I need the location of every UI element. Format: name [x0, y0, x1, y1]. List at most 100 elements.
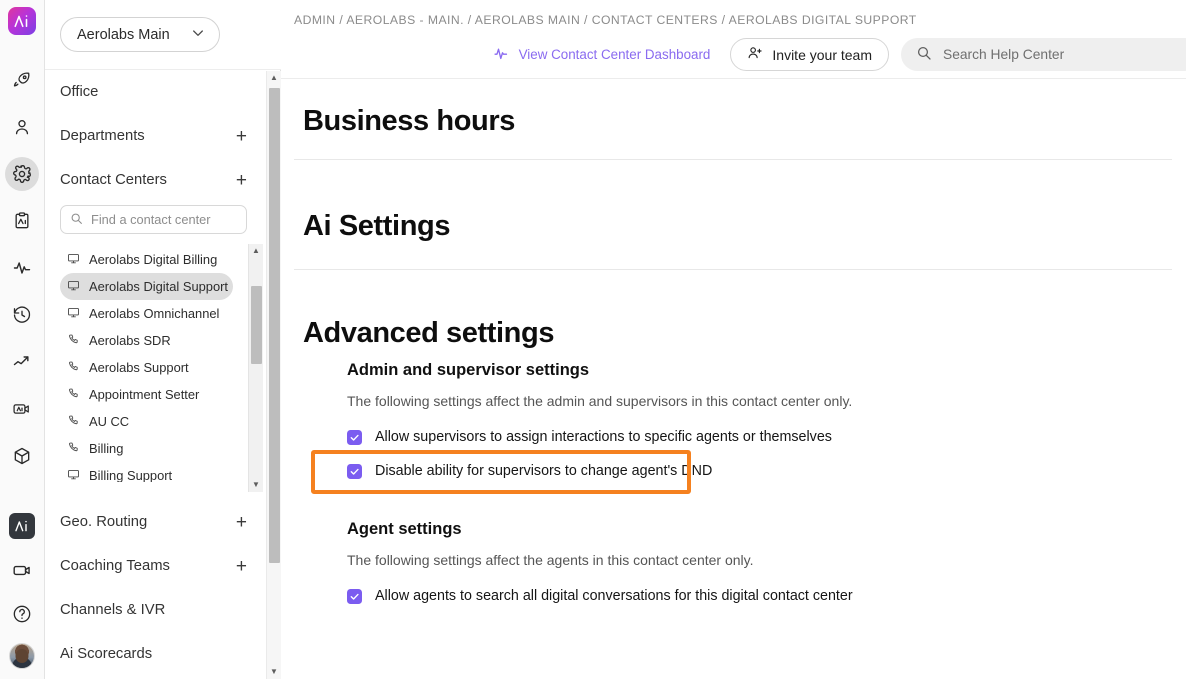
checkbox-row-assign-interactions[interactable]: Allow supervisors to assign interactions…: [347, 429, 852, 445]
sidebar-item-label: Channels & IVR: [60, 602, 166, 618]
view-contact-center-dashboard-link[interactable]: View Contact Center Dashboard: [485, 39, 719, 71]
list-item[interactable]: Aerolabs Support: [60, 354, 233, 381]
avatar[interactable]: [9, 643, 35, 669]
ai-app-icon[interactable]: [5, 509, 39, 543]
sidebar-item-label: Office: [60, 84, 99, 100]
sidebar-item-coaching-teams[interactable]: Coaching Teams +: [60, 544, 267, 588]
list-item-label: Aerolabs Omnichannel: [89, 306, 220, 321]
search-icon: [70, 212, 83, 228]
rocket-icon[interactable]: [5, 63, 39, 97]
monitor-icon: [67, 306, 80, 322]
checkbox-checked-icon[interactable]: [347, 463, 362, 479]
sidebar-item-office[interactable]: Office: [60, 70, 267, 114]
contact-center-list-scrollbar[interactable]: ▲ ▼: [248, 244, 263, 492]
checkbox-label: Disable ability for supervisors to chang…: [375, 463, 713, 479]
monitor-icon: [67, 252, 80, 268]
trend-arrow-icon[interactable]: [5, 345, 39, 379]
sidebar-item-channels-ivr[interactable]: Channels & IVR: [60, 588, 267, 632]
checkbox-row-search-digital-conversations[interactable]: Allow agents to search all digital conve…: [347, 588, 853, 604]
ai-camera-icon[interactable]: [5, 392, 39, 426]
clipboard-ai-icon[interactable]: [5, 204, 39, 238]
settings-sidebar: Aerolabs Main Office Departments + Conta…: [45, 0, 281, 679]
list-item[interactable]: Billing: [60, 435, 233, 462]
sidebar-item-geo-routing[interactable]: Geo. Routing +: [60, 500, 267, 544]
rail-bottom-group: [0, 499, 44, 671]
help-circle-icon[interactable]: [5, 597, 39, 631]
list-item[interactable]: Appointment Setter: [60, 381, 233, 408]
top-bar: ADMIN / AEROLABS - MAIN. / AEROLABS MAIN…: [281, 0, 1186, 79]
add-department-button[interactable]: +: [236, 127, 247, 146]
monitor-icon: [67, 279, 80, 295]
invite-button-label: Invite your team: [772, 46, 872, 63]
add-coaching-team-button[interactable]: +: [236, 557, 247, 576]
cube-icon[interactable]: [5, 439, 39, 473]
phone-icon: [67, 387, 80, 403]
sidebar-scrollbar[interactable]: ▲ ▼: [266, 71, 281, 679]
agent-settings-block: Agent settings The following settings af…: [347, 520, 853, 604]
monitor-icon: [67, 468, 80, 483]
contact-center-search[interactable]: Find a contact center: [60, 205, 247, 234]
contact-center-list: Aerolabs Digital Billing Aerolabs Digita…: [60, 240, 267, 482]
sidebar-scroll-area: Office Departments + Contact Centers + F…: [45, 70, 267, 679]
divider: [294, 269, 1172, 270]
admin-settings-description: The following settings affect the admin …: [347, 393, 853, 409]
checkbox-checked-icon[interactable]: [347, 429, 362, 445]
scrollbar-thumb[interactable]: [269, 88, 280, 563]
list-item[interactable]: Aerolabs Omnichannel: [60, 300, 233, 327]
scroll-down-arrow-icon[interactable]: ▼: [252, 478, 260, 492]
sidebar-item-departments[interactable]: Departments +: [60, 114, 267, 158]
section-heading-business-hours[interactable]: Business hours: [303, 105, 515, 138]
sidebar-item-contact-centers[interactable]: Contact Centers +: [60, 158, 267, 202]
list-item[interactable]: Aerolabs Digital Billing: [60, 246, 233, 273]
list-item-selected[interactable]: Aerolabs Digital Support: [60, 273, 233, 300]
list-item-label: Billing Support: [89, 468, 173, 482]
scroll-down-arrow-icon[interactable]: ▼: [270, 665, 278, 679]
gear-icon[interactable]: [5, 157, 39, 191]
sidebar-item-ai-scorecards[interactable]: Ai Scorecards: [60, 632, 267, 676]
list-item-label: AU CC: [89, 414, 130, 429]
phone-icon: [67, 360, 80, 376]
invite-your-team-button[interactable]: Invite your team: [730, 38, 889, 71]
dashboard-link-label: View Contact Center Dashboard: [518, 47, 711, 62]
org-switcher[interactable]: Aerolabs Main: [60, 17, 220, 52]
icon-rail: [0, 0, 45, 679]
list-item-label: Appointment Setter: [89, 387, 200, 402]
divider: [294, 159, 1172, 160]
contact-center-search-placeholder: Find a contact center: [91, 212, 211, 227]
section-heading-advanced-settings[interactable]: Advanced settings: [303, 317, 554, 350]
add-contact-center-button[interactable]: +: [236, 171, 247, 190]
list-item-label: Billing: [89, 441, 124, 456]
org-switcher-container: Aerolabs Main: [45, 0, 281, 70]
add-geo-routing-button[interactable]: +: [236, 513, 247, 532]
list-item-label: Aerolabs Digital Billing: [89, 252, 218, 267]
scroll-up-arrow-icon[interactable]: ▲: [252, 244, 260, 258]
sidebar-item-label: Coaching Teams: [60, 558, 170, 574]
sidebar-item-label: Ai Scorecards: [60, 646, 153, 662]
activity-pulse-icon[interactable]: [5, 251, 39, 285]
list-item-label: Aerolabs Support: [89, 360, 189, 375]
video-camera-icon[interactable]: [5, 553, 39, 587]
breadcrumb: ADMIN / AEROLABS - MAIN. / AEROLABS MAIN…: [294, 13, 917, 27]
top-actions: View Contact Center Dashboard Invite you…: [485, 38, 1186, 71]
checkbox-checked-icon[interactable]: [347, 588, 362, 604]
search-icon: [916, 45, 932, 64]
sidebar-item-label: Departments: [60, 128, 145, 144]
list-item[interactable]: Aerolabs SDR: [60, 327, 233, 354]
user-icon[interactable]: [5, 110, 39, 144]
section-heading-ai-settings[interactable]: Ai Settings: [303, 210, 450, 243]
scrollbar-thumb[interactable]: [251, 286, 262, 364]
list-item[interactable]: Billing Support: [60, 462, 233, 482]
app-logo-icon[interactable]: [8, 7, 36, 35]
scroll-up-arrow-icon[interactable]: ▲: [270, 71, 278, 85]
sidebar-item-label: Contact Centers: [60, 172, 167, 188]
main-panel: ADMIN / AEROLABS - MAIN. / AEROLABS MAIN…: [281, 0, 1186, 679]
help-center-search-input[interactable]: Search Help Center: [901, 38, 1186, 71]
history-clock-icon[interactable]: [5, 298, 39, 332]
agent-settings-description: The following settings affect the agents…: [347, 552, 754, 568]
list-item-label: Aerolabs SDR: [89, 333, 171, 348]
checkbox-row-disable-dnd[interactable]: Disable ability for supervisors to chang…: [347, 463, 852, 479]
chevron-down-icon: [190, 25, 206, 45]
phone-icon: [67, 414, 80, 430]
list-item[interactable]: AU CC: [60, 408, 233, 435]
admin-settings-heading: Admin and supervisor settings: [347, 361, 590, 379]
